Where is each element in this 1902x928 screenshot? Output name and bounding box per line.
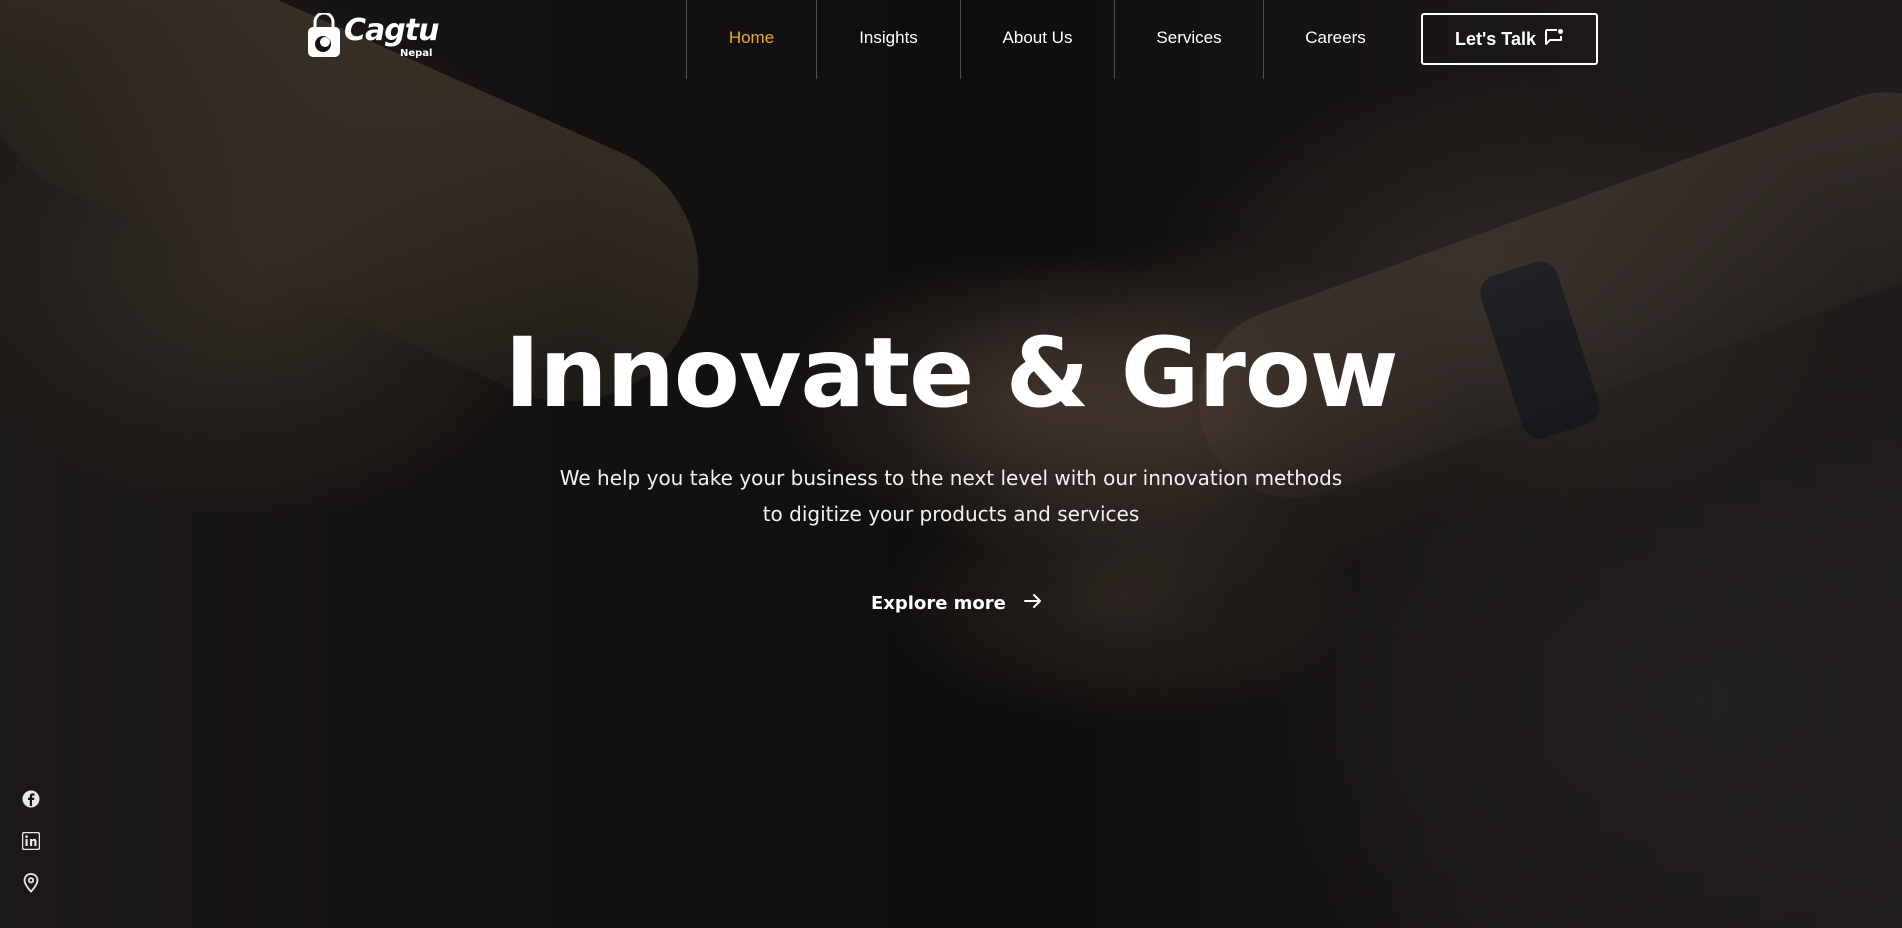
facebook-icon[interactable] — [20, 788, 42, 810]
hero-subtitle-line-2: to digitize your products and services — [762, 502, 1140, 526]
nav-item-insights[interactable]: Insights — [816, 0, 960, 79]
brand-name: Cagtu — [344, 13, 439, 48]
arrow-right-icon — [1023, 593, 1042, 614]
shopping-bag-icon — [306, 11, 342, 57]
lets-talk-label: Let's Talk — [1455, 28, 1536, 49]
hero-subtitle: We help you take your business to the ne… — [0, 460, 1902, 532]
main-nav: Home Insights About Us Services Careers — [686, 0, 1407, 79]
hero-subtitle-line-1: We help you take your business to the ne… — [559, 466, 1343, 490]
nav-item-home[interactable]: Home — [686, 0, 816, 79]
nav-item-services[interactable]: Services — [1114, 0, 1263, 79]
brand-subtitle: Nepal — [400, 48, 433, 59]
explore-more-link[interactable]: Explore more — [871, 590, 1042, 616]
chat-icon — [1544, 28, 1564, 51]
nav-item-careers[interactable]: Careers — [1263, 0, 1407, 79]
lets-talk-button[interactable]: Let's Talk — [1421, 13, 1598, 65]
nav-item-about-us[interactable]: About Us — [960, 0, 1114, 79]
linkedin-icon[interactable] — [20, 830, 42, 852]
hero-title: Innovate & Grow — [504, 317, 1398, 429]
brand-logo[interactable]: Cagtu Nepal — [306, 10, 439, 60]
explore-more-label: Explore more — [871, 592, 1006, 614]
location-pin-icon[interactable] — [20, 872, 42, 894]
